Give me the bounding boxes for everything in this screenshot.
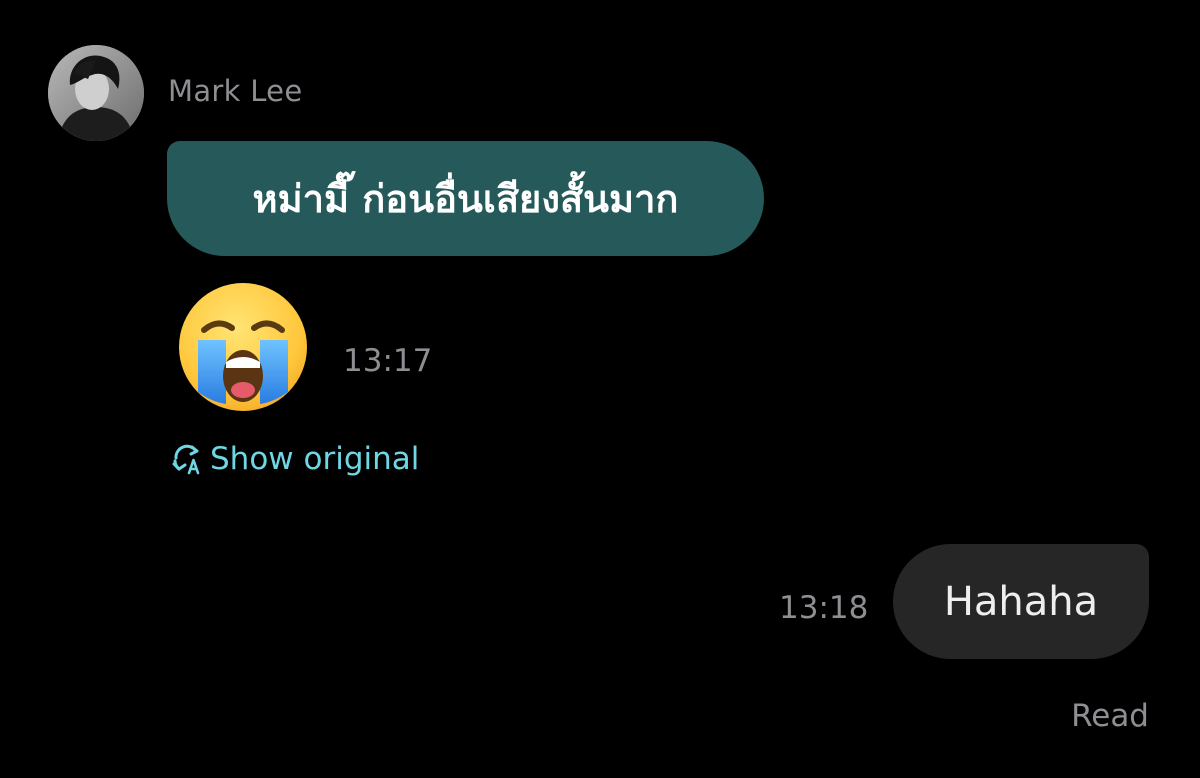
outgoing-message-bubble[interactable]: Hahaha xyxy=(893,544,1149,659)
show-original-label: Show original xyxy=(210,441,420,477)
outgoing-message-text: Hahaha xyxy=(943,578,1099,625)
read-status: Read xyxy=(1071,698,1149,734)
incoming-message-text: หม่ามี๊ ก่อนอื่นเสียงสั้นมาก xyxy=(252,177,679,221)
incoming-timestamp: 13:17 xyxy=(343,343,433,379)
loudly-crying-face-icon[interactable] xyxy=(176,280,310,414)
show-original-link[interactable]: Show original xyxy=(170,441,419,477)
avatar[interactable] xyxy=(48,45,144,141)
sender-name: Mark Lee xyxy=(168,74,303,108)
outgoing-timestamp: 13:18 xyxy=(779,590,869,626)
incoming-message-bubble[interactable]: หม่ามี๊ ก่อนอื่นเสียงสั้นมาก xyxy=(167,141,764,256)
translate-icon xyxy=(172,444,200,475)
avatar-photo-icon xyxy=(48,45,144,141)
